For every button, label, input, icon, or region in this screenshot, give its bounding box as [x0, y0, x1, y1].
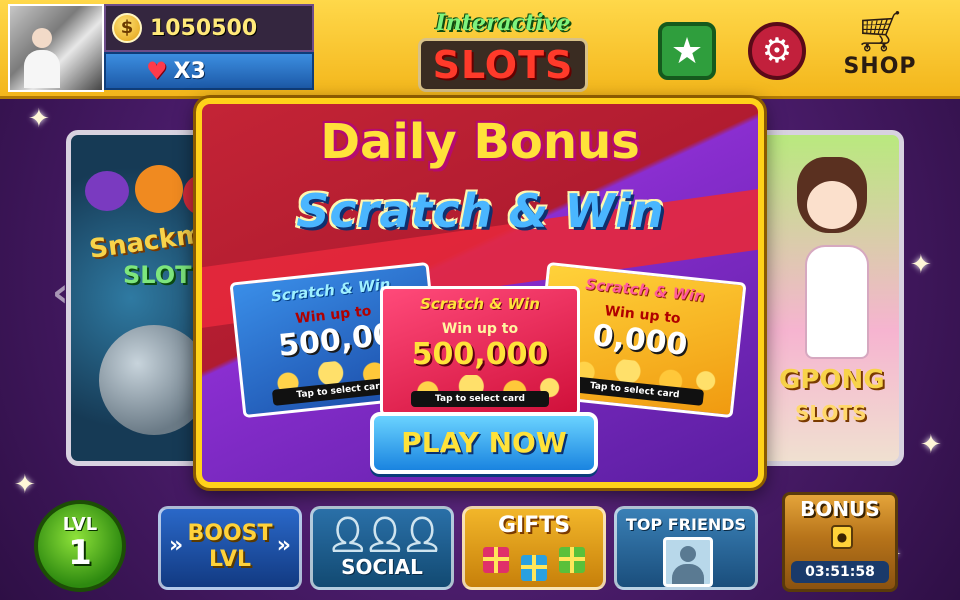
scratch-card-red[interactable]: Scratch & Win Win up to 500,000 Tap to s…	[380, 286, 580, 416]
modal-subtitle: Scratch & Win	[296, 184, 664, 238]
gift-icon	[521, 555, 547, 581]
social-label: SOCIAL	[341, 555, 423, 579]
level-value: 1	[68, 533, 92, 573]
monster-illustration	[135, 165, 183, 213]
logo-bottom-text: SLOTS	[417, 38, 589, 92]
play-now-button[interactable]: PLAY NOW	[370, 412, 598, 474]
lives-value: X3	[173, 58, 206, 84]
gifts-label: GIFTS	[497, 513, 571, 538]
player-avatar[interactable]	[8, 4, 104, 92]
favorites-button[interactable]: ★	[658, 22, 716, 80]
game-card-title: GPONG	[779, 365, 885, 395]
scratch-card-tap-label: Tap to select card	[411, 391, 549, 407]
game-card-title: Snackm	[87, 219, 206, 265]
settings-button[interactable]: ⚙	[748, 22, 806, 80]
lives-panel: ♥ X3	[104, 52, 314, 90]
person-icon	[663, 537, 713, 587]
top-bar: $ 1050500 ♥ X3 Interactive SLOTS ★ ⚙ 🛒︎ …	[0, 0, 960, 99]
level-label: LVL	[62, 514, 98, 535]
top-friends-button[interactable]: TOP FRIENDS	[614, 506, 758, 590]
logo-top-text: Interactive	[435, 10, 571, 36]
sparkle-decoration: ✦	[14, 470, 36, 500]
gifts-button[interactable]: GIFTS	[462, 506, 606, 590]
boost-level-button[interactable]: » BOOST LVL »	[158, 506, 302, 590]
gift-icon	[483, 547, 509, 573]
people-icon: 👤︎👤︎👤︎	[326, 515, 444, 555]
coins-value: 1050500	[150, 15, 258, 41]
chevron-right-icon: »	[169, 533, 184, 558]
daily-bonus-modal: Daily Bonus Scratch & Win Scratch & Win …	[196, 98, 764, 488]
gift-icon	[559, 547, 585, 573]
bonus-timer: 03:51:58	[791, 561, 889, 583]
scratch-card-win-text: Win up to	[441, 321, 519, 337]
character-body	[805, 245, 869, 359]
sparkle-decoration: ✦	[28, 104, 50, 134]
shop-button[interactable]: 🛒︎ SHOP	[832, 10, 928, 92]
shop-label: SHOP	[843, 54, 917, 79]
modal-title: Daily Bonus	[320, 114, 640, 170]
heart-icon: ♥	[146, 57, 168, 85]
game-card-subtitle: SLOTS	[795, 401, 867, 425]
bonus-label: BONUS	[800, 497, 880, 521]
scratch-card-header: Scratch & Win	[420, 295, 540, 313]
monster-illustration	[85, 171, 129, 211]
planet-illustration	[99, 325, 209, 435]
coins-panel[interactable]: $ 1050500	[104, 4, 314, 52]
coin-icon: $	[112, 13, 142, 43]
top-friends-label: TOP FRIENDS	[625, 515, 747, 534]
gear-icon: ⚙	[761, 31, 793, 71]
chevron-right-icon: »	[276, 533, 291, 558]
level-badge: LVL 1	[34, 500, 126, 592]
scratch-card-amount: 500,000	[411, 337, 549, 372]
sparkle-decoration: ✦	[910, 250, 932, 280]
game-logo: Interactive SLOTS	[408, 4, 598, 92]
sparkle-decoration: ✦	[920, 430, 942, 460]
cart-icon: 🛒︎	[854, 9, 906, 55]
lock-icon: ●	[831, 525, 853, 549]
star-icon: ★	[670, 30, 704, 72]
bonus-chest-button[interactable]: BONUS ● 03:51:58	[782, 492, 898, 592]
social-button[interactable]: 👤︎👤︎👤︎ SOCIAL	[310, 506, 454, 590]
game-card-pingpong[interactable]: GPONG SLOTS	[754, 130, 904, 466]
character-face	[807, 181, 857, 229]
